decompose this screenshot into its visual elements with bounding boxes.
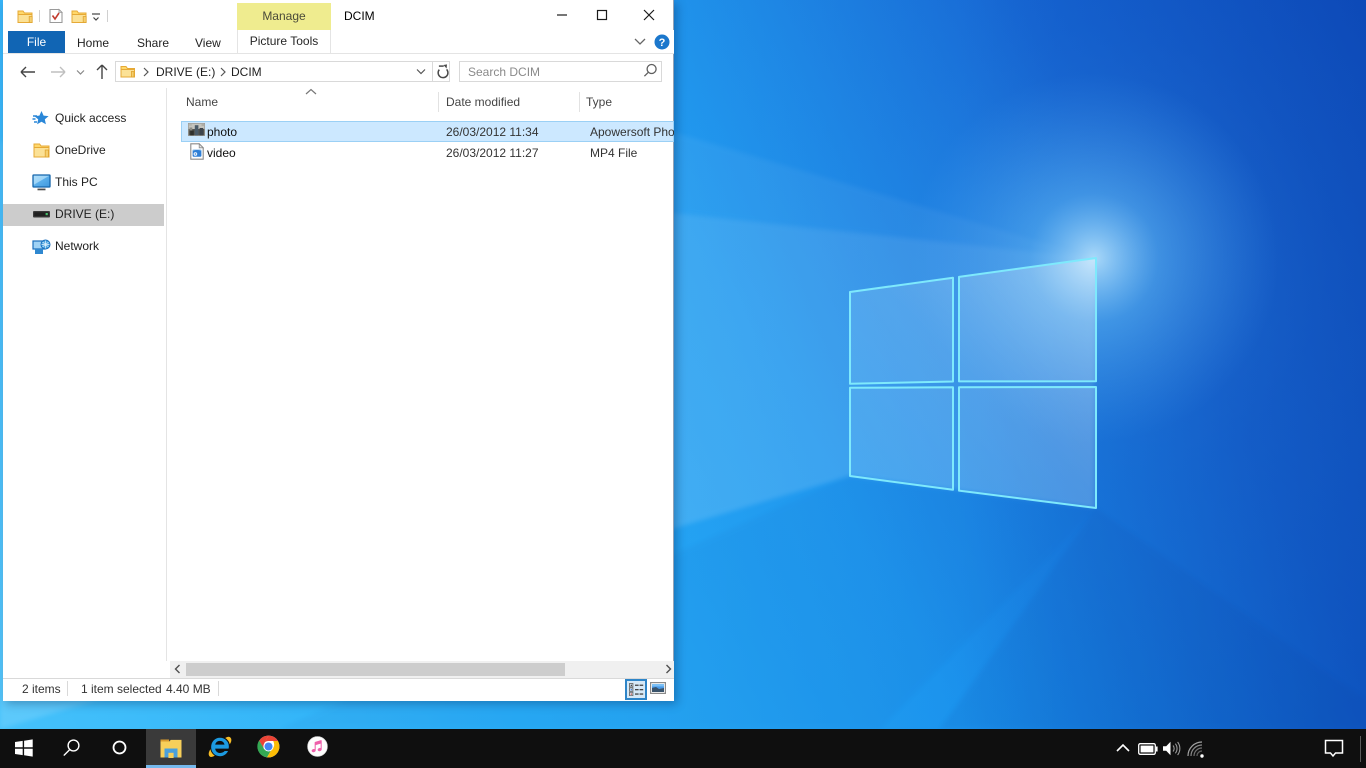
svg-text:?: ? — [659, 37, 666, 49]
